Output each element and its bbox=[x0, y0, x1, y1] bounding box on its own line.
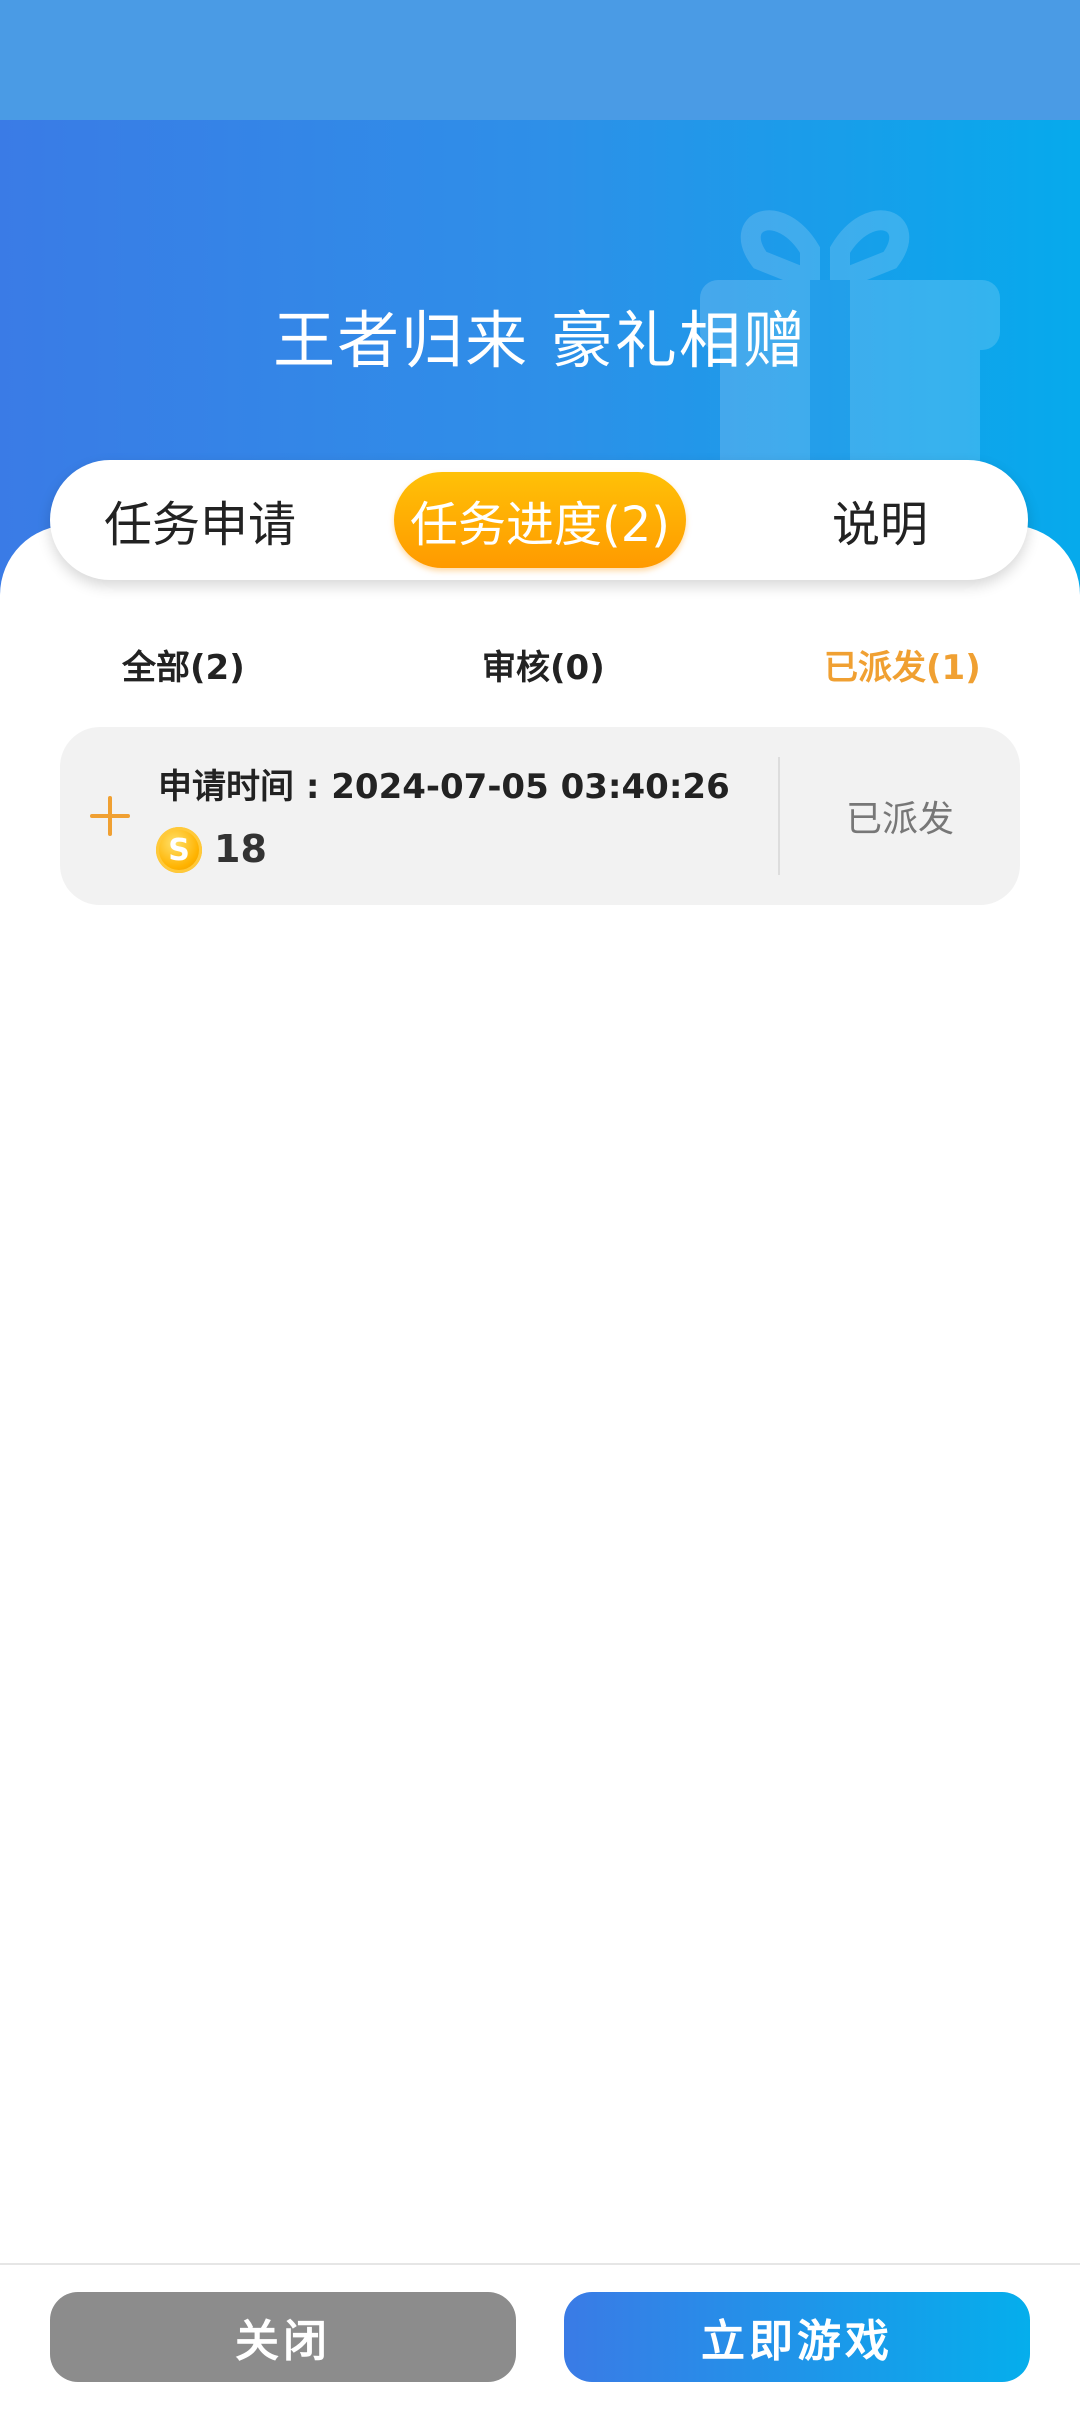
filter-all[interactable]: 全部(2) bbox=[122, 640, 245, 689]
play-now-button[interactable]: 立即游戏 bbox=[564, 2292, 1030, 2382]
footer-divider bbox=[0, 2263, 1080, 2265]
task-page: 王者归来 豪礼相赠 任务申请 任务进度(2) 说明 全部(2) 审核(0) 已派… bbox=[0, 0, 1080, 2414]
tab-explain[interactable]: 说明 bbox=[730, 472, 1030, 568]
page-title: 王者归来 豪礼相赠 bbox=[273, 304, 807, 377]
tab-task-apply[interactable]: 任务申请 bbox=[50, 472, 350, 568]
close-button[interactable]: 关闭 bbox=[50, 2292, 516, 2382]
coin-amount: 18 bbox=[214, 827, 267, 871]
list-item[interactable]: 申请时间 : 2024-07-05 03:40:26 S 18 已派发 bbox=[60, 727, 1020, 905]
status-bar bbox=[0, 0, 1080, 120]
apply-time: 申请时间 : 2024-07-05 03:40:26 bbox=[158, 767, 730, 807]
filter-dispatched[interactable]: 已派发(1) bbox=[824, 640, 981, 689]
filter-review[interactable]: 审核(0) bbox=[482, 640, 605, 689]
coin-icon: S bbox=[156, 827, 202, 873]
status-badge: 已派发 bbox=[845, 799, 954, 840]
tab-bar: 任务申请 任务进度(2) 说明 bbox=[50, 460, 1028, 580]
tab-task-progress[interactable]: 任务进度(2) bbox=[394, 472, 686, 568]
plus-icon[interactable] bbox=[90, 796, 130, 836]
